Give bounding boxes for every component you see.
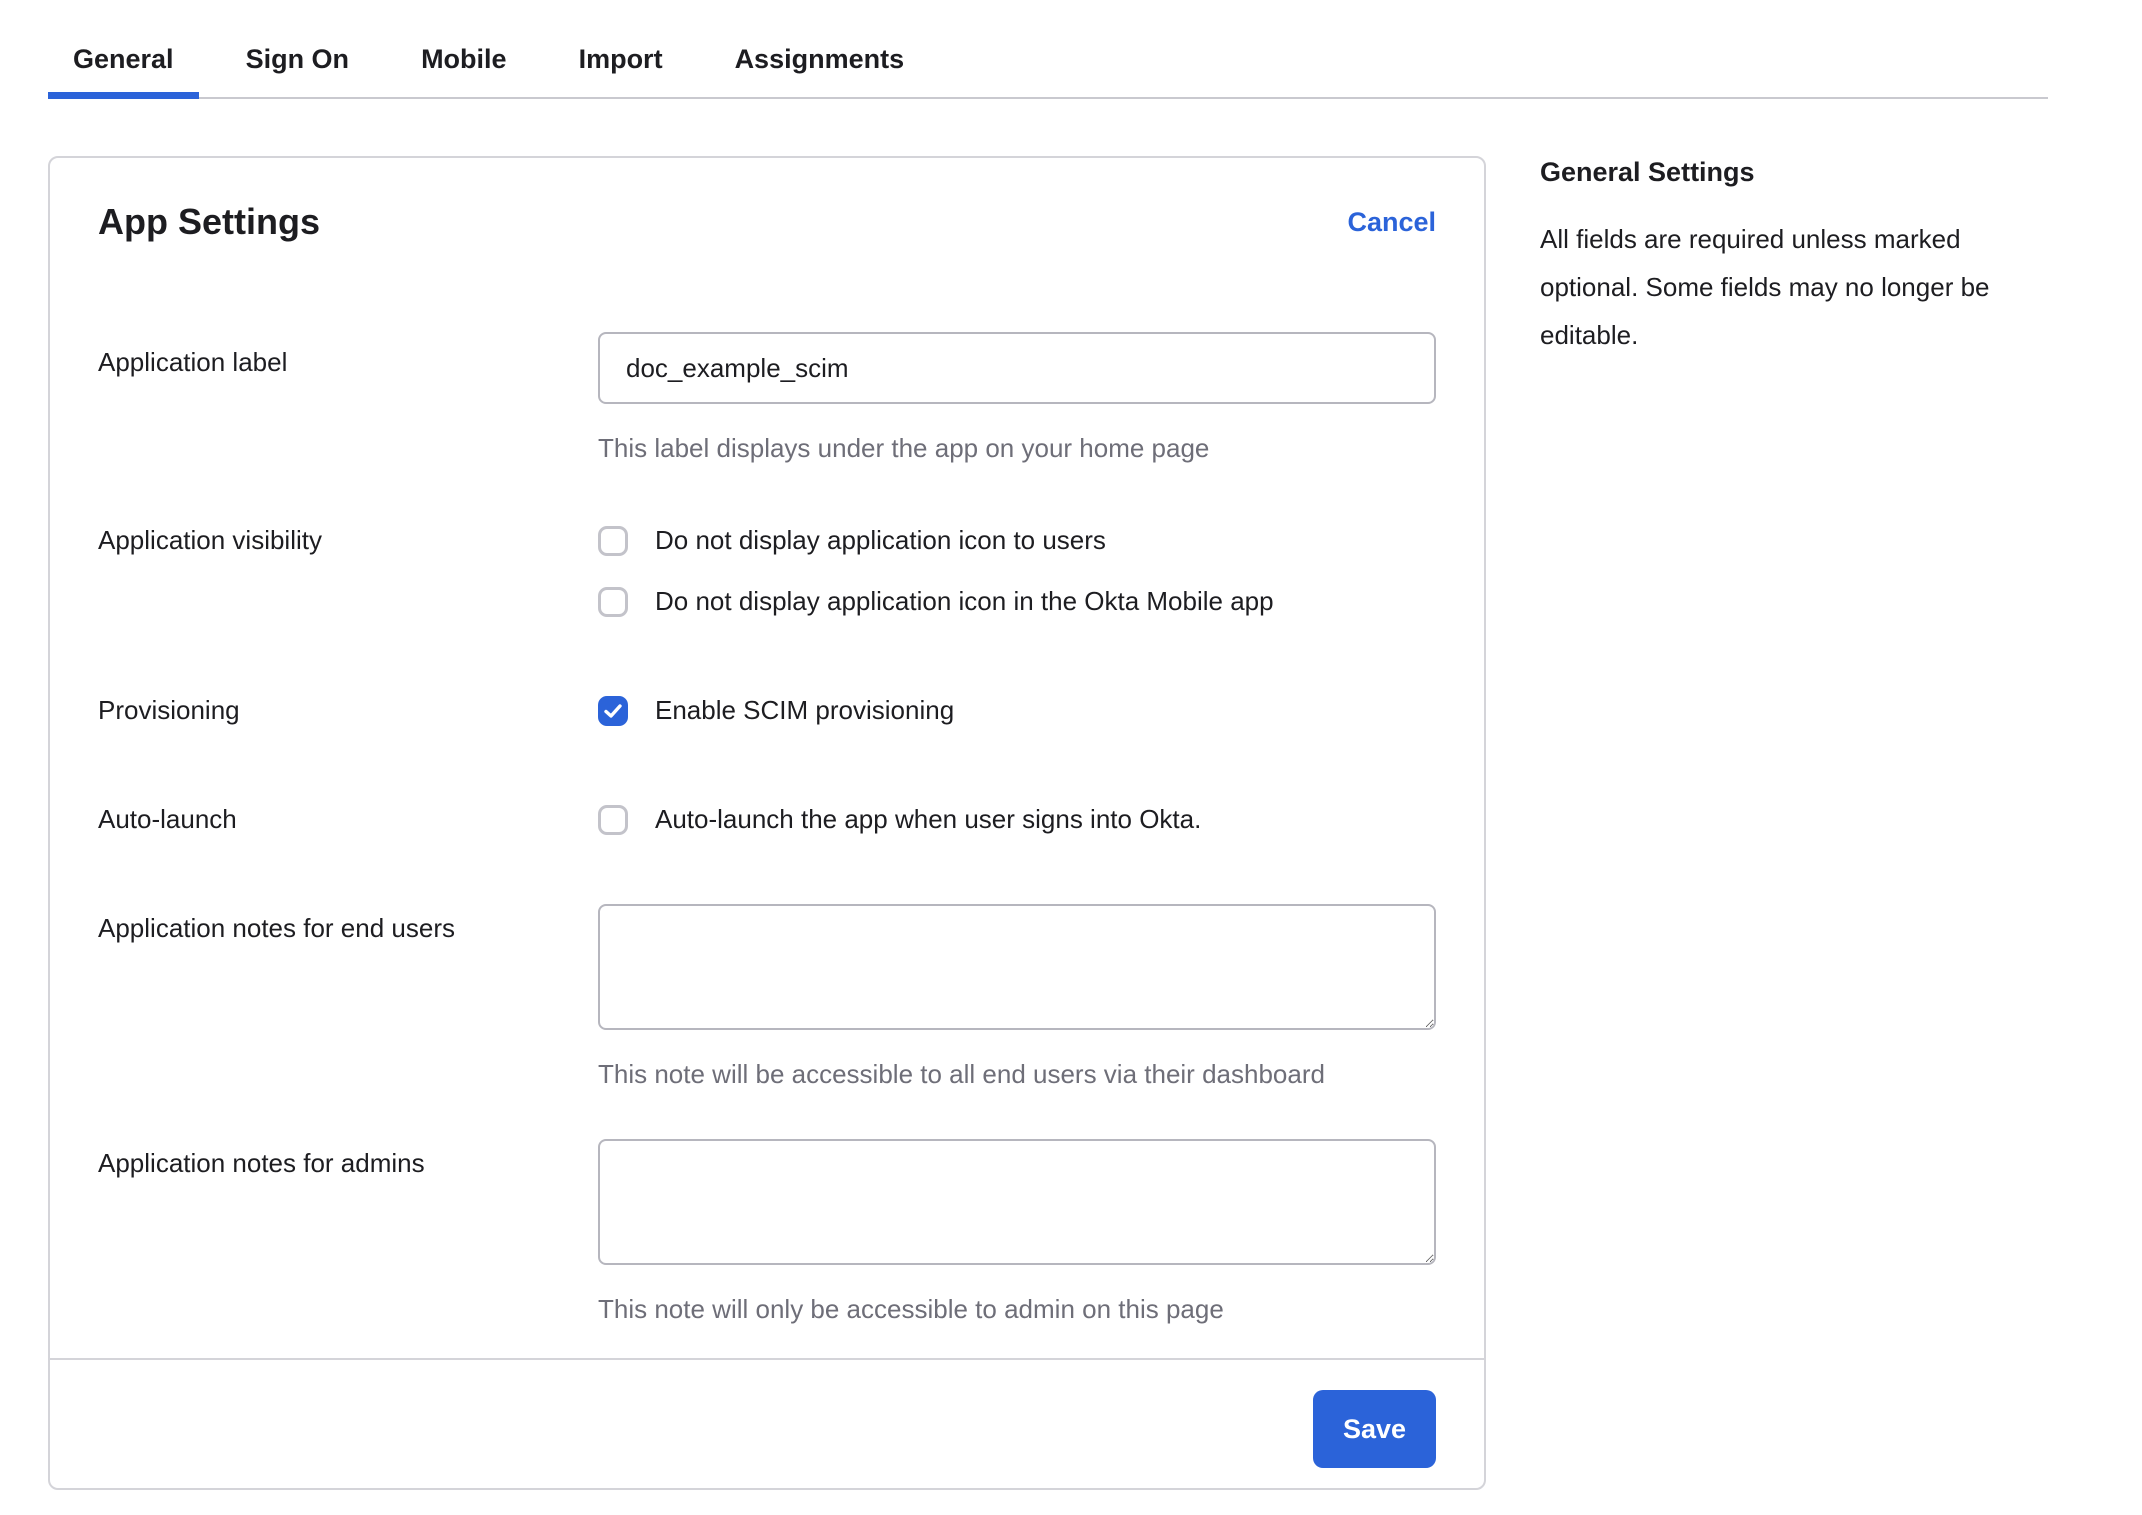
tab-assignments[interactable]: Assignments bbox=[710, 28, 930, 97]
tab-import[interactable]: Import bbox=[554, 28, 688, 97]
notes-admins-label: Application notes for admins bbox=[98, 1139, 598, 1180]
provisioning-row: Provisioning Enable SCIM provisioning bbox=[98, 694, 1436, 727]
checkbox-enable-scim[interactable] bbox=[598, 696, 628, 726]
notes-end-users-textarea[interactable] bbox=[598, 904, 1436, 1030]
app-settings-card: App Settings Cancel Application label Th… bbox=[48, 156, 1486, 1490]
help-sidebar: General Settings All fields are required… bbox=[1540, 156, 2040, 359]
notes-end-users-row: Application notes for end users This not… bbox=[98, 904, 1436, 1091]
notes-end-users-label: Application notes for end users bbox=[98, 904, 598, 945]
card-footer: Save bbox=[50, 1358, 1484, 1488]
checkbox-hide-icon-users[interactable] bbox=[598, 526, 628, 556]
scim-provisioning-option-label[interactable]: Enable SCIM provisioning bbox=[655, 694, 954, 727]
check-icon bbox=[603, 701, 623, 721]
auto-launch-row: Auto-launch Auto-launch the app when use… bbox=[98, 803, 1436, 836]
auto-launch-label: Auto-launch bbox=[98, 803, 598, 836]
card-title: App Settings bbox=[98, 200, 320, 244]
application-visibility-row: Application visibility Do not display ap… bbox=[98, 524, 1436, 618]
checkbox-auto-launch[interactable] bbox=[598, 805, 628, 835]
application-label-label: Application label bbox=[98, 332, 598, 379]
notes-admins-help: This note will only be accessible to adm… bbox=[598, 1293, 1436, 1326]
provisioning-label: Provisioning bbox=[98, 694, 598, 727]
application-label-help: This label displays under the app on you… bbox=[598, 432, 1436, 465]
sidebar-title: General Settings bbox=[1540, 156, 2040, 189]
card-header: App Settings Cancel bbox=[98, 158, 1436, 244]
visibility-users-option[interactable]: Do not display application icon to users bbox=[598, 524, 1436, 557]
application-label-row: Application label This label displays un… bbox=[98, 332, 1436, 465]
scim-provisioning-option[interactable]: Enable SCIM provisioning bbox=[598, 694, 1436, 727]
visibility-mobile-option-label[interactable]: Do not display application icon in the O… bbox=[655, 585, 1274, 618]
tab-general[interactable]: General bbox=[48, 28, 199, 97]
tab-bar: General Sign On Mobile Import Assignment… bbox=[48, 28, 2048, 99]
application-label-input[interactable] bbox=[598, 332, 1436, 404]
cancel-link[interactable]: Cancel bbox=[1347, 200, 1436, 244]
auto-launch-option[interactable]: Auto-launch the app when user signs into… bbox=[598, 803, 1436, 836]
notes-end-users-help: This note will be accessible to all end … bbox=[598, 1058, 1436, 1091]
checkbox-hide-icon-mobile[interactable] bbox=[598, 587, 628, 617]
application-visibility-label: Application visibility bbox=[98, 524, 598, 557]
save-button[interactable]: Save bbox=[1313, 1390, 1436, 1468]
tab-mobile[interactable]: Mobile bbox=[396, 28, 532, 97]
visibility-mobile-option[interactable]: Do not display application icon in the O… bbox=[598, 585, 1436, 618]
visibility-users-option-label[interactable]: Do not display application icon to users bbox=[655, 524, 1106, 557]
notes-admins-row: Application notes for admins This note w… bbox=[98, 1139, 1436, 1326]
auto-launch-option-label[interactable]: Auto-launch the app when user signs into… bbox=[655, 803, 1201, 836]
sidebar-body-text: All fields are required unless marked op… bbox=[1540, 215, 2040, 359]
notes-admins-textarea[interactable] bbox=[598, 1139, 1436, 1265]
tab-sign-on[interactable]: Sign On bbox=[221, 28, 375, 97]
